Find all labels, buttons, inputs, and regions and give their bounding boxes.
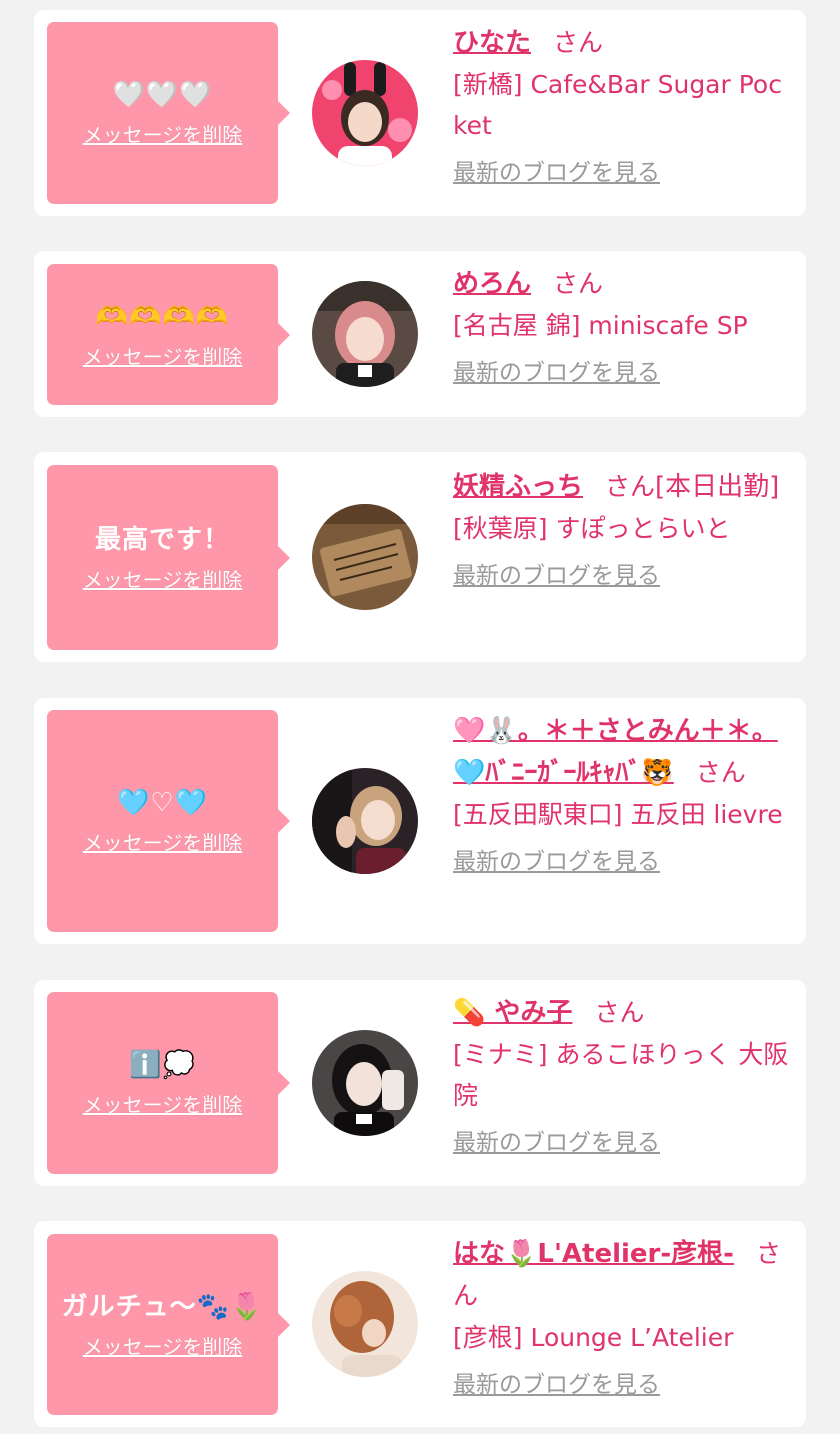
delete-message-link[interactable]: メッセージを削除 [83,1334,243,1360]
latest-blog-link[interactable]: 最新のブログを見る [453,358,793,388]
message-card: ℹ️💭 メッセージを削除 💊 やみ子 さん [ミナミ] あるこほりっく 大阪院 最… [34,980,806,1186]
latest-blog-link[interactable]: 最新のブログを見る [453,1370,793,1400]
store-name: [秋葉原] すぽっとらいと [453,514,731,543]
message-bubble: ℹ️💭 メッセージを削除 [47,992,290,1174]
delete-message-link[interactable]: メッセージを削除 [83,122,243,148]
attendance-status: [本日出勤] [655,472,780,502]
message-text: 🫶🫶🫶🫶 [95,301,230,332]
cast-info: 💊 やみ子 さん [ミナミ] あるこほりっく 大阪院 最新のブログを見る [453,992,793,1158]
avatar[interactable] [312,281,418,387]
cast-info: はな🌷L'Atelier-彦根- さん [彦根] Lounge L’Atelier… [453,1233,793,1400]
message-card: 🤍🤍🤍 メッセージを削除 ひなた さん [新橋] Cafe&Bar Sugar P… [34,10,806,216]
delete-message-link[interactable]: メッセージを削除 [83,1092,243,1118]
honorific: さん [605,472,656,501]
delete-message-link[interactable]: メッセージを削除 [83,830,243,856]
cast-info: 妖精ふっち さん[本日出勤] [秋葉原] すぽっとらいと 最新のブログを見る [453,466,793,591]
store-name: [五反田駅東口] 五反田 lievre [453,800,783,829]
avatar[interactable] [312,504,418,610]
girl-bunny-costume-photo-icon [312,768,418,874]
message-bubble: 🤍🤍🤍 メッセージを削除 [47,22,290,204]
message-card: 🩵♡🩵 メッセージを削除 🩷🐰。＊＋さとみん＋＊。🩵ﾊﾞﾆｰｶﾞｰﾙｷｬﾊﾞ🐯 さ… [34,698,806,944]
latest-blog-link[interactable]: 最新のブログを見る [453,1128,793,1158]
honorific: さん [553,269,604,298]
girl-dark-hair-photo-icon [312,1030,418,1136]
store-name: [新橋] Cafe&Bar Sugar Pocket [453,70,782,140]
message-bubble: 🩵♡🩵 メッセージを削除 [47,710,290,932]
message-card: ガルチュ〜🐾🌷 メッセージを削除 はな🌷L'Atelier-彦根- さん [彦根]… [34,1221,806,1427]
latest-blog-link[interactable]: 最新のブログを見る [453,561,793,591]
honorific: さん [695,758,746,787]
store-name: [名古屋 錦] miniscafe SP [453,311,748,340]
wooden-sign-photo-icon [312,504,418,610]
store-name: [彦根] Lounge L’Atelier [453,1323,734,1352]
girl-bunny-ears-photo-icon [312,60,418,166]
delete-message-link[interactable]: メッセージを削除 [83,344,243,370]
message-text: 🤍🤍🤍 [112,80,213,110]
cast-info: 🩷🐰。＊＋さとみん＋＊。🩵ﾊﾞﾆｰｶﾞｰﾙｷｬﾊﾞ🐯 さん [五反田駅東口] 五反… [453,710,793,877]
cast-name-link[interactable]: 妖精ふっち [453,472,583,502]
girl-pink-hair-photo-icon [312,281,418,387]
store-name: [ミナミ] あるこほりっく 大阪院 [453,1040,789,1110]
message-bubble: 🫶🫶🫶🫶 メッセージを削除 [47,264,290,405]
delete-message-link[interactable]: メッセージを削除 [83,567,243,593]
message-text: ℹ️💭 [129,1050,196,1080]
cast-info: ひなた さん [新橋] Cafe&Bar Sugar Pocket 最新のブログを… [453,22,793,188]
latest-blog-link[interactable]: 最新のブログを見る [453,847,793,877]
message-card: 最高です！ メッセージを削除 妖精ふっち さん[本日出勤] [秋葉原] すぽっとら… [34,452,806,662]
message-card: 🫶🫶🫶🫶 メッセージを削除 めろん さん [名古屋 錦] miniscafe SP… [34,251,806,417]
avatar[interactable] [312,1030,418,1136]
girl-brown-hair-photo-icon [312,1271,418,1377]
honorific: さん [594,998,645,1027]
message-bubble: ガルチュ〜🐾🌷 メッセージを削除 [47,1234,290,1415]
avatar[interactable] [312,1271,418,1377]
message-text: 最高です！ [94,524,230,555]
avatar[interactable] [312,60,418,166]
cast-name-link[interactable]: ひなた [453,28,531,58]
message-list: 🤍🤍🤍 メッセージを削除 ひなた さん [新橋] Cafe&Bar Sugar P… [0,0,840,1434]
cast-name-link[interactable]: めろん [453,269,531,299]
message-text: 🩵♡🩵 [116,788,209,818]
message-text: ガルチュ〜🐾🌷 [61,1291,264,1322]
cast-info: めろん さん [名古屋 錦] miniscafe SP 最新のブログを見る [453,263,793,388]
cast-name-link[interactable]: 💊 やみ子 [453,998,572,1028]
cast-name-link[interactable]: はな🌷L'Atelier-彦根- [453,1239,734,1269]
honorific: さん [553,28,604,57]
message-bubble: 最高です！ メッセージを削除 [47,465,290,650]
latest-blog-link[interactable]: 最新のブログを見る [453,158,793,188]
avatar[interactable] [312,768,418,874]
